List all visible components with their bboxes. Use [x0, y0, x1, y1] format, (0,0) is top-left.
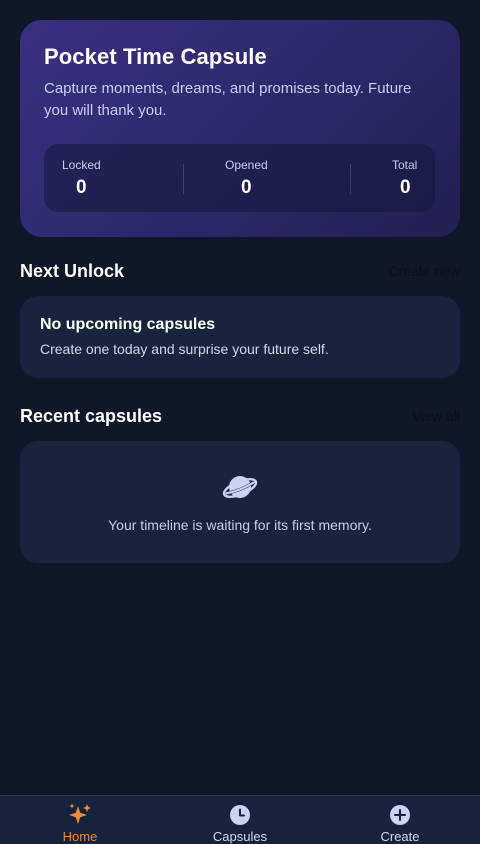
- next-unlock-header: Next Unlock Create new: [20, 259, 460, 283]
- app-tagline: Capture moments, dreams, and promises to…: [44, 80, 412, 119]
- sparkles-icon: [69, 803, 91, 824]
- stats-divider: [350, 164, 351, 194]
- stat-total-value: 0: [400, 177, 411, 198]
- stats-divider: [183, 164, 184, 194]
- next-unlock-card-description: Create one today and surprise your futur…: [40, 341, 329, 357]
- stat-total-label: Total: [392, 158, 418, 172]
- stat-locked-value: 0: [76, 177, 87, 198]
- recent-capsules-title: Recent capsules: [20, 406, 163, 426]
- planet-icon: [222, 476, 258, 498]
- stat-opened-label: Opened: [225, 158, 268, 172]
- nav-item-label: Capsules: [212, 829, 268, 844]
- view-all-link[interactable]: View all: [412, 407, 460, 425]
- plus-circle-icon: [390, 805, 410, 825]
- nav-item-capsules[interactable]: Capsules: [180, 796, 300, 844]
- stat-locked-label: Locked: [62, 158, 101, 172]
- recent-capsules-empty-card: Your timeline is waiting for its first m…: [20, 441, 460, 563]
- nav-item-create[interactable]: Create: [340, 796, 460, 844]
- home-screen: Pocket Time Capsule Capture moments, dre…: [0, 0, 480, 844]
- app-title: Pocket Time Capsule: [44, 44, 267, 69]
- bottom-nav: Home Capsules Create: [0, 795, 480, 844]
- stat-opened: Opened 0: [214, 144, 284, 212]
- clock-icon: [230, 805, 250, 825]
- next-unlock-title: Next Unlock: [20, 261, 125, 281]
- next-unlock-card-title: No upcoming capsules: [40, 316, 216, 333]
- stat-locked: Locked 0: [62, 144, 122, 212]
- stat-opened-value: 0: [241, 177, 252, 198]
- hero-card: Pocket Time Capsule Capture moments, dre…: [20, 20, 460, 237]
- recent-capsules-header: Recent capsules View all: [20, 404, 460, 428]
- stat-total: Total 0: [384, 144, 424, 212]
- nav-item-home[interactable]: Home: [20, 796, 140, 844]
- next-unlock-card: No upcoming capsules Create one today an…: [20, 296, 460, 378]
- nav-item-label: Home: [62, 829, 98, 844]
- empty-timeline-text: Your timeline is waiting for its first m…: [108, 517, 372, 533]
- create-new-link[interactable]: Create new: [388, 262, 460, 280]
- nav-item-label: Create: [380, 829, 420, 844]
- stats-panel: Locked 0 Opened 0 Total 0: [44, 144, 435, 212]
